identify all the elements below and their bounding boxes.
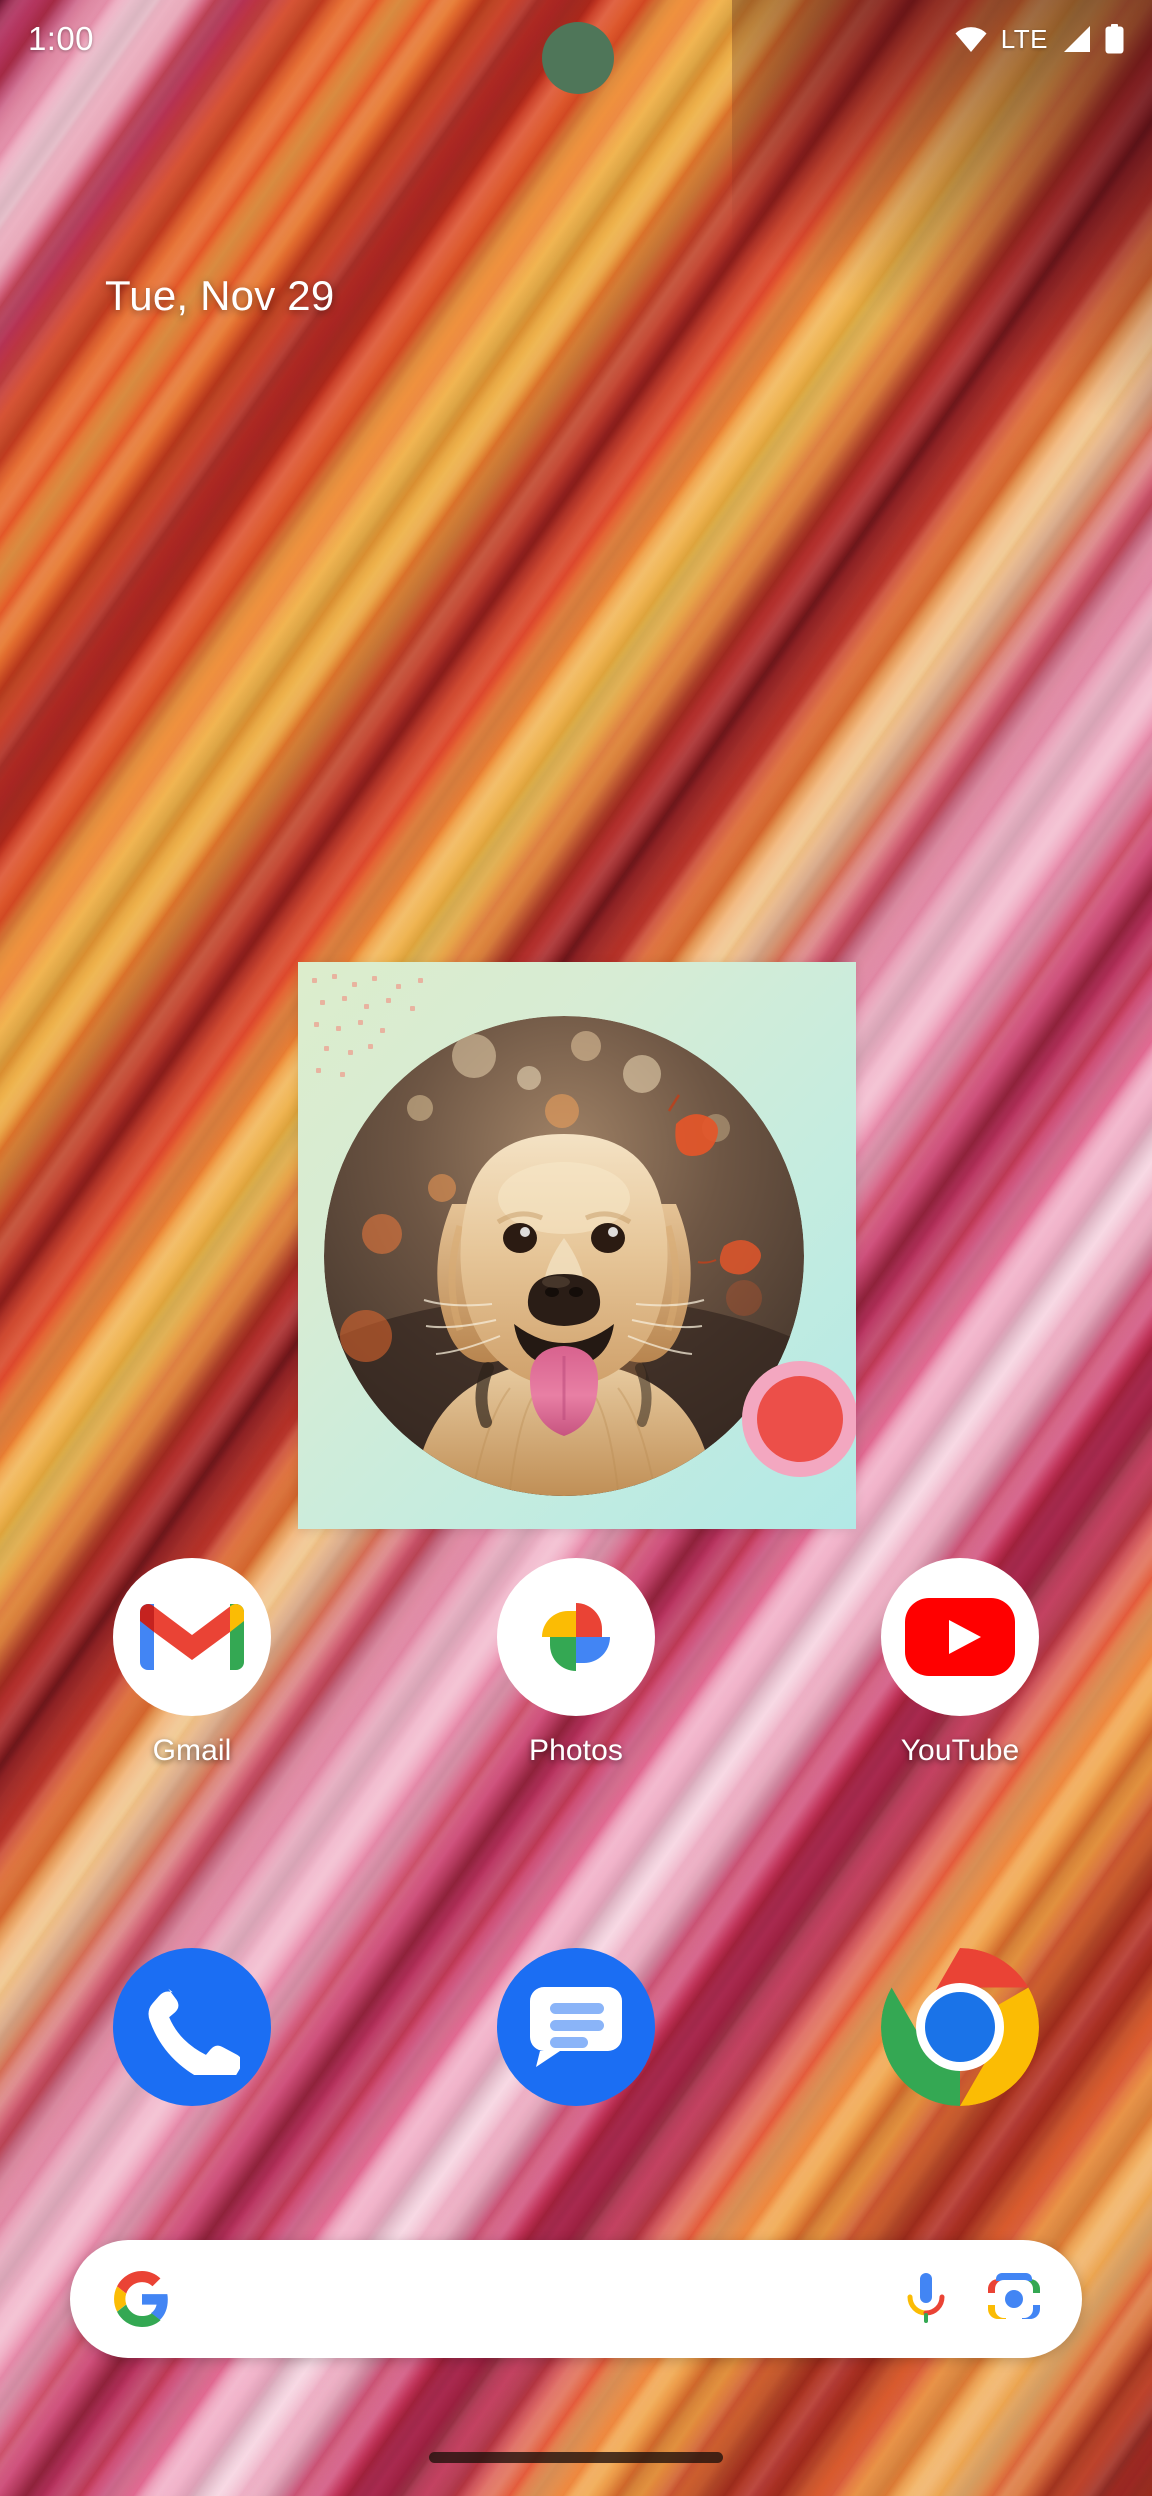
phone-icon[interactable] (113, 1948, 271, 2106)
app-label-youtube: YouTube (900, 1734, 1020, 1767)
messages-icon[interactable] (497, 1948, 655, 2106)
widget-photo-thumbnail[interactable] (324, 1016, 804, 1496)
dock: Phone Messages (0, 1948, 1152, 2158)
android-home-screen: 1:00 LTE Tue, Nov 29 Gmail Photos YouTub… (0, 0, 1152, 2496)
status-bar-icons: LTE (954, 24, 1124, 55)
google-photos-icon[interactable] (497, 1558, 655, 1716)
microphone-icon[interactable] (904, 2273, 948, 2325)
app-label-gmail: Gmail (152, 1734, 232, 1767)
google-search-bar[interactable] (70, 2240, 1082, 2358)
widget-action-button-fill (757, 1376, 843, 1462)
app-label-photos: Photos (529, 1734, 623, 1767)
wifi-icon (955, 27, 987, 52)
home-gesture-pill[interactable] (429, 2452, 723, 2463)
dog-photo-illustration (324, 1016, 804, 1496)
widget-action-button[interactable] (742, 1361, 856, 1477)
app-gmail[interactable]: Gmail (0, 1558, 384, 1768)
dock-app-messages[interactable]: Messages (384, 1948, 768, 2158)
signal-icon (1064, 26, 1090, 52)
app-photos[interactable]: Photos (384, 1558, 768, 1768)
gmail-icon[interactable] (113, 1558, 271, 1716)
search-bar-actions (904, 2273, 1040, 2325)
search-input[interactable] (170, 2240, 904, 2358)
dock-app-chrome[interactable]: Chrome (768, 1948, 1152, 2158)
date-widget-text: Tue, Nov 29 (105, 272, 335, 319)
app-youtube[interactable]: YouTube (768, 1558, 1152, 1768)
status-bar-clock: 1:00 (28, 20, 94, 57)
date-widget[interactable]: Tue, Nov 29 (105, 272, 334, 320)
battery-icon (1105, 24, 1124, 54)
app-grid-row-1: Gmail Photos YouTube (0, 1558, 1152, 1768)
google-lens-camera-icon[interactable] (988, 2273, 1040, 2325)
chrome-icon[interactable] (881, 1948, 1039, 2106)
photos-memories-widget[interactable] (298, 962, 856, 1529)
camera-cutout-indicator (542, 22, 614, 94)
youtube-icon[interactable] (881, 1558, 1039, 1716)
google-g-icon (114, 2271, 168, 2327)
network-type-label: LTE (1000, 23, 1048, 54)
dock-app-phone[interactable]: Phone (0, 1948, 384, 2158)
